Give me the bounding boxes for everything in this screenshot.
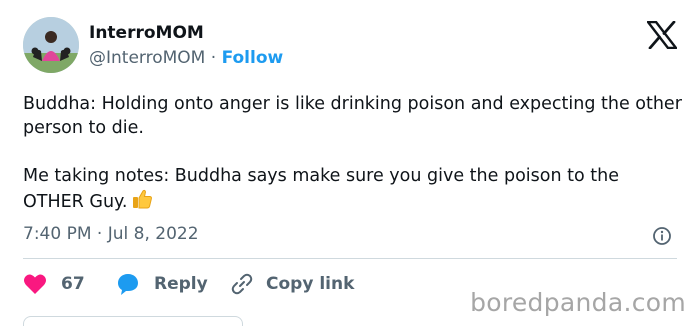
tweet-paragraph-1: Buddha: Holding onto anger is like drink… <box>23 94 682 138</box>
copy-link-button[interactable]: Copy link <box>230 271 354 297</box>
reply-button[interactable]: Reply <box>116 271 208 297</box>
info-icon[interactable] <box>652 226 672 246</box>
separator-dot: · <box>210 48 217 68</box>
tweet-text: Buddha: Holding onto anger is like drink… <box>23 92 683 217</box>
reply-bubble-icon <box>118 274 138 295</box>
like-count: 67 <box>61 274 85 294</box>
bottom-card-edge <box>23 316 243 326</box>
tweet-paragraph-2: Me taking notes: Buddha says make sure y… <box>23 164 683 217</box>
divider <box>23 258 677 259</box>
heart-icon <box>24 274 46 294</box>
x-logo-icon[interactable] <box>646 20 678 50</box>
thumbs-up-icon <box>131 188 153 217</box>
author-handle[interactable]: @InterroMOM <box>89 48 205 68</box>
reply-label: Reply <box>154 274 208 294</box>
tweet-card: InterroMOM @InterroMOM · Follow Buddha: … <box>0 0 700 326</box>
tweet-paragraph-2-text: Me taking notes: Buddha says make sure y… <box>23 166 619 212</box>
watermark: boredpanda.com <box>470 288 686 317</box>
avatar[interactable] <box>23 17 79 73</box>
like-button[interactable]: 67 <box>23 271 85 297</box>
copy-link-label: Copy link <box>266 274 355 294</box>
avatar-image <box>23 17 79 73</box>
author-name[interactable]: InterroMOM <box>89 22 204 44</box>
link-icon <box>231 273 253 295</box>
tweet-timestamp[interactable]: 7:40 PM · Jul 8, 2022 <box>23 223 199 245</box>
author-handle-row: @InterroMOM · Follow <box>89 47 283 69</box>
follow-button[interactable]: Follow <box>222 48 284 68</box>
